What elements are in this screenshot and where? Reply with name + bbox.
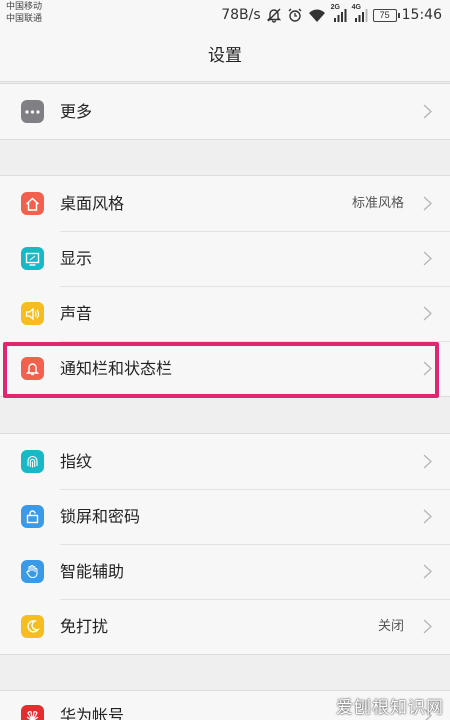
signal-1-icon: 2G xyxy=(330,4,347,23)
watermark-text: 爱刨根知识网 xyxy=(336,698,444,718)
chevron-right-icon xyxy=(423,251,432,266)
lock-icon xyxy=(21,505,44,528)
settings-item-label: 智能辅助 xyxy=(60,562,125,581)
chevron-right-icon xyxy=(423,509,432,524)
chevron-right-icon xyxy=(423,454,432,469)
alarm-icon xyxy=(287,7,303,23)
settings-item-label: 通知栏和状态栏 xyxy=(60,359,173,378)
settings-item-fingerprint[interactable]: 指纹 xyxy=(0,434,450,489)
status-bar: 中国移动 中国联通 78B/s 2G 4G 75 15:46 xyxy=(0,0,450,30)
chevron-right-icon xyxy=(423,196,432,211)
battery-icon: 75 xyxy=(372,8,400,22)
settings-item-sound[interactable]: 声音 xyxy=(0,286,450,341)
settings-item-smart-assist[interactable]: 智能辅助 xyxy=(0,544,450,599)
settings-item-label: 指纹 xyxy=(60,452,93,471)
carrier-names: 中国移动 中国联通 xyxy=(6,1,42,25)
chevron-right-icon xyxy=(423,306,432,321)
settings-item-value: 关闭 xyxy=(377,619,404,634)
wifi-icon xyxy=(308,8,326,23)
chevron-right-icon xyxy=(423,361,432,376)
moon-icon xyxy=(21,615,44,638)
status-indicators: 78B/s 2G 4G 75 15:46 xyxy=(221,4,442,26)
settings-item-value: 标准风格 xyxy=(351,196,404,211)
settings-group-2: 桌面风格 标准风格 显示 声音 通知栏和状态栏 xyxy=(0,175,450,397)
huawei-icon xyxy=(21,705,44,720)
display-icon xyxy=(21,247,44,270)
home-icon xyxy=(21,192,44,215)
hand-icon xyxy=(21,560,44,583)
chevron-right-icon xyxy=(423,564,432,579)
settings-item-label: 锁屏和密码 xyxy=(60,507,141,526)
signal-2-tag: 4G xyxy=(351,4,361,11)
speaker-icon xyxy=(21,302,44,325)
notification-muted-icon xyxy=(266,7,282,23)
signal-1-tag: 2G xyxy=(330,4,340,11)
page-title: 设置 xyxy=(0,30,450,82)
settings-item-label: 华为帐号 xyxy=(60,706,125,720)
settings-item-notification-statusbar[interactable]: 通知栏和状态栏 xyxy=(0,341,450,396)
network-speed: 78B/s xyxy=(221,7,261,23)
carrier-2: 中国联通 xyxy=(6,14,43,24)
settings-item-label: 显示 xyxy=(60,249,93,268)
settings-item-display[interactable]: 显示 xyxy=(0,231,450,286)
settings-item-more[interactable]: 更多 xyxy=(0,84,450,139)
settings-item-do-not-disturb[interactable]: 免打扰 关闭 xyxy=(0,599,450,654)
settings-group-3: 指纹 锁屏和密码 智能辅助 免打扰 关闭 xyxy=(0,433,450,655)
chevron-right-icon xyxy=(423,619,432,634)
settings-item-label: 免打扰 xyxy=(60,617,109,636)
clock: 15:46 xyxy=(401,7,442,23)
settings-item-lockscreen-password[interactable]: 锁屏和密码 xyxy=(0,489,450,544)
signal-2-icon: 4G xyxy=(351,4,368,23)
chevron-right-icon xyxy=(423,104,432,119)
fingerprint-icon xyxy=(21,450,44,473)
settings-item-label: 桌面风格 xyxy=(60,194,125,213)
more-icon xyxy=(21,100,44,123)
bell-icon xyxy=(21,357,44,380)
carrier-1: 中国移动 xyxy=(6,2,43,12)
settings-item-label: 更多 xyxy=(60,102,93,121)
settings-item-label: 声音 xyxy=(60,304,93,323)
settings-item-home-style[interactable]: 桌面风格 标准风格 xyxy=(0,176,450,231)
settings-group-1: 更多 xyxy=(0,83,450,140)
